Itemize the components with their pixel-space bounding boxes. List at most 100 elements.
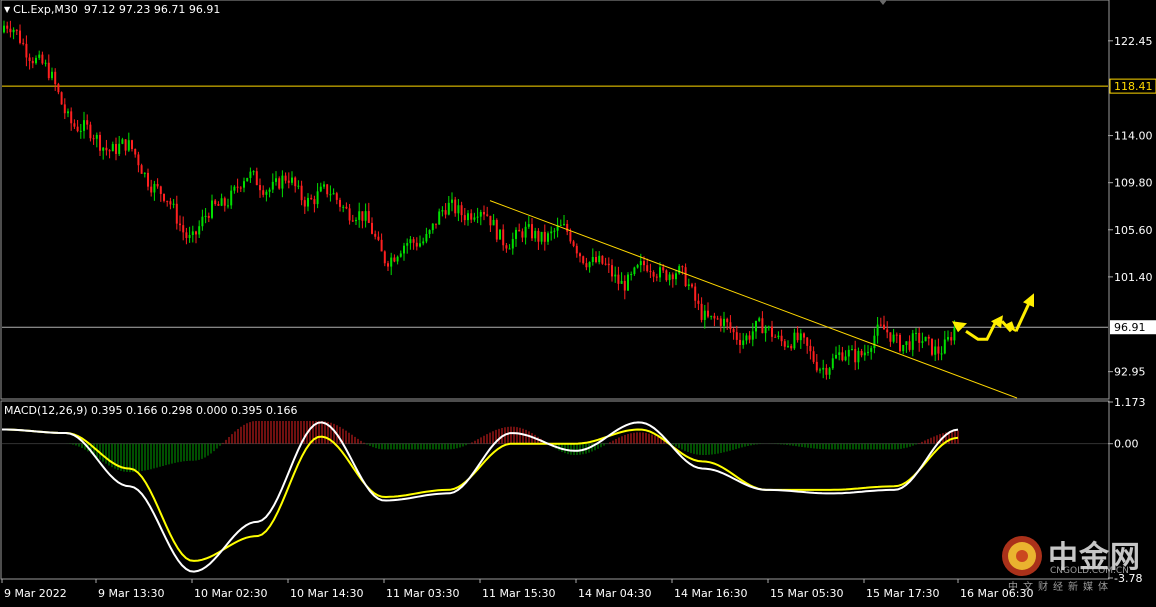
candle-body [665, 270, 668, 281]
candle-body [553, 230, 556, 232]
candle-body [108, 150, 111, 152]
candle-body [143, 172, 146, 174]
candle-body [563, 223, 565, 225]
candle-body [358, 211, 361, 220]
current-price-label: 96.91 [1114, 321, 1146, 334]
watermark-site: CNGOLD.COM.CN [1050, 566, 1129, 576]
candle-body [703, 310, 706, 320]
candle-body [726, 318, 729, 323]
candle-body [118, 143, 121, 154]
candle-body [742, 340, 745, 345]
candle-body [364, 211, 367, 221]
candle-body [601, 255, 604, 264]
candle-body [815, 361, 818, 371]
candle-body [377, 236, 380, 240]
candle-body [310, 197, 313, 200]
candle-body [12, 29, 15, 33]
candle-body [620, 280, 623, 284]
candle-body [947, 337, 949, 340]
candle-body [543, 231, 546, 242]
level-price-label: 118.41 [1114, 80, 1153, 93]
candle-body [355, 219, 357, 222]
macd-y-tick-label: 0.00 [1114, 438, 1139, 451]
candle-body [383, 251, 386, 264]
candle-body [911, 333, 914, 350]
candle-body [732, 329, 735, 333]
candle-body [588, 262, 591, 268]
candle-body [335, 193, 338, 200]
chart-canvas[interactable]: 122.45 114.00 109.80 105.60 101.40 92.95 118.4… [0, 0, 1156, 603]
candle-body [329, 194, 332, 196]
candle-body [777, 335, 780, 338]
candle-body [700, 303, 703, 320]
candle-body [854, 349, 857, 363]
candle-body [390, 257, 393, 267]
candle-body [246, 177, 249, 182]
candle-body [79, 130, 82, 132]
candle-body [895, 334, 898, 336]
candle-body [518, 229, 521, 232]
candle-body [822, 367, 825, 370]
x-tick-label: 14 Mar 16:30 [674, 587, 747, 600]
candle-body [28, 57, 31, 61]
candle-body [483, 211, 485, 215]
candle-body [204, 215, 207, 217]
candle-body [479, 211, 482, 217]
candle-body [825, 367, 828, 375]
candle-body [569, 231, 572, 242]
candle-body [111, 144, 114, 152]
candle-body [739, 339, 741, 345]
candle-body [47, 62, 50, 79]
candle-body [19, 30, 21, 43]
candle-body [819, 369, 821, 371]
chart-window[interactable]: 122.45 114.00 109.80 105.60 101.40 92.95 118.4… [0, 0, 1156, 603]
collapse-triangle-icon[interactable]: ▼ [4, 5, 10, 14]
candle-body [249, 171, 252, 178]
candle-body [918, 332, 921, 343]
candle-body [915, 332, 917, 334]
candle-body [374, 233, 377, 237]
candle-body [60, 92, 63, 105]
candle-body [303, 200, 306, 207]
candle-body [182, 225, 185, 233]
candle-body [470, 213, 473, 220]
candle-body [35, 57, 37, 64]
macd-header: MACD(12,26,9) 0.395 0.166 0.298 0.000 0.… [4, 404, 297, 417]
candle-body [707, 310, 709, 317]
candle-body [387, 263, 389, 267]
x-tick-label: 10 Mar 02:30 [194, 587, 267, 600]
candle-body [409, 239, 412, 244]
price-y-tick-label: 92.95 [1114, 366, 1146, 379]
candle-body [889, 332, 892, 342]
price-y-tick-label: 101.40 [1114, 271, 1153, 284]
candle-body [51, 71, 53, 79]
chart-background [0, 0, 1156, 603]
candle-body [502, 229, 505, 246]
candle-body [540, 231, 543, 242]
candle-body [767, 326, 770, 328]
candle-body [70, 111, 73, 124]
price-y-tick-label: 109.80 [1114, 177, 1153, 190]
candle-body [953, 328, 956, 341]
candle-body [185, 232, 188, 238]
candle-body [342, 206, 345, 208]
candle-body [217, 204, 220, 206]
candle-body [783, 341, 786, 347]
price-y-tick-label: 105.60 [1114, 224, 1153, 237]
candle-body [207, 215, 210, 218]
candle-body [710, 315, 713, 317]
candle-body [460, 205, 463, 216]
candle-body [422, 241, 425, 244]
candle-body [508, 248, 511, 250]
candle-body [892, 334, 895, 342]
candle-body [646, 265, 649, 272]
candle-body [262, 190, 265, 195]
candle-body [860, 350, 863, 356]
candle-body [764, 327, 767, 334]
symbol-label: CL.Exp,M30 [13, 3, 78, 16]
candle-body [793, 332, 796, 349]
candle-body [937, 346, 940, 354]
candle-body [927, 336, 930, 339]
candle-body [147, 172, 149, 187]
candle-body [371, 222, 373, 234]
